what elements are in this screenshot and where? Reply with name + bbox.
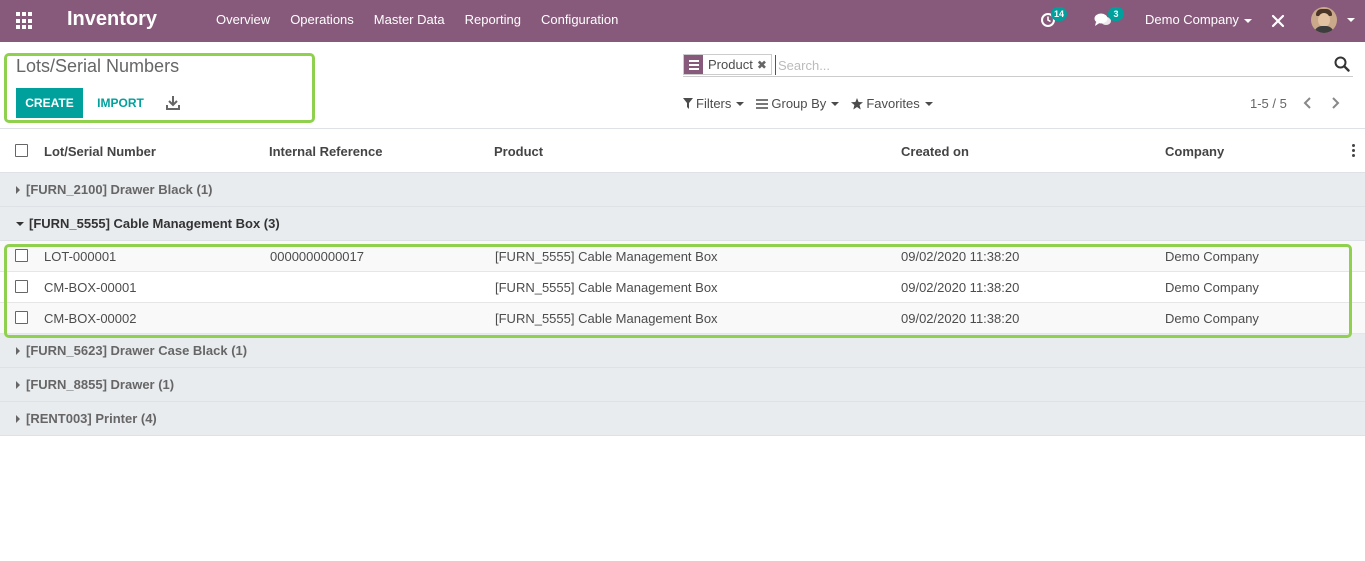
control-panel: Lots/Serial Numbers CREATE IMPORT Produc… [0, 42, 1365, 129]
list-icon [756, 98, 769, 109]
page-title: Lots/Serial Numbers [16, 56, 180, 76]
column-header-company[interactable]: Company [1165, 144, 1224, 159]
group-label: [FURN_5555] Cable Management Box (3) [29, 216, 280, 231]
top-navbar: Inventory Overview Operations Master Dat… [0, 0, 1365, 42]
download-icon[interactable] [163, 93, 183, 113]
caret-right-icon [16, 347, 20, 355]
group-row[interactable]: [FURN_2100] Drawer Black (1) [0, 173, 1365, 207]
search-input[interactable] [775, 55, 1315, 75]
menu-item-configuration[interactable]: Configuration [531, 0, 628, 42]
cell-created-on: 09/02/2020 11:38:20 [901, 249, 1020, 264]
select-all-checkbox[interactable] [15, 144, 28, 157]
caret-right-icon [16, 415, 20, 423]
caret-down-icon [16, 222, 24, 226]
group-row[interactable]: [FURN_5555] Cable Management Box (3) [0, 207, 1365, 241]
cell-company: Demo Company [1165, 280, 1259, 295]
pager-next-icon[interactable] [1327, 95, 1343, 111]
group-by-facet-icon [684, 55, 703, 74]
caret-right-icon [16, 381, 20, 389]
table-row[interactable]: CM-BOX-00002 [FURN_5555] Cable Managemen… [0, 303, 1365, 334]
group-by-label: Group By [771, 96, 827, 111]
star-icon [851, 97, 864, 109]
cell-lot: CM-BOX-00002 [44, 311, 137, 326]
chevron-down-icon [736, 101, 745, 106]
cell-internal-reference: 0000000000017 [270, 249, 364, 264]
debug-tools-icon[interactable] [1271, 14, 1285, 28]
menu-item-operations[interactable]: Operations [280, 0, 364, 42]
app-title[interactable]: Inventory [67, 8, 157, 31]
chevron-down-icon [831, 101, 840, 106]
group-row[interactable]: [FURN_8855] Drawer (1) [0, 368, 1365, 402]
cell-lot: LOT-000001 [44, 249, 117, 264]
user-menu-chevron-icon[interactable] [1347, 18, 1355, 22]
import-button[interactable]: IMPORT [88, 88, 153, 118]
filters-label: Filters [696, 96, 732, 111]
group-row[interactable]: [FURN_5623] Drawer Case Black (1) [0, 334, 1365, 368]
chevron-down-icon [924, 101, 933, 106]
activities-button[interactable]: 14 [1040, 7, 1068, 30]
group-label: [FURN_2100] Drawer Black (1) [26, 182, 213, 197]
search-facet-value: Product [708, 57, 753, 72]
cell-lot: CM-BOX-00001 [44, 280, 137, 295]
cell-created-on: 09/02/2020 11:38:20 [901, 311, 1020, 326]
search-icon[interactable] [1334, 56, 1350, 72]
menu-item-master-data[interactable]: Master Data [364, 0, 455, 42]
menu-item-reporting[interactable]: Reporting [455, 0, 531, 42]
group-row[interactable]: [RENT003] Printer (4) [0, 402, 1365, 436]
list-header: Lot/Serial Number Internal Reference Pro… [0, 130, 1365, 173]
favorites-dropdown[interactable]: Favorites [851, 96, 933, 111]
column-header-created-on[interactable]: Created on [901, 144, 969, 159]
search-facet: Product ✖ [683, 54, 772, 75]
remove-facet-icon[interactable]: ✖ [757, 58, 771, 72]
menu-item-overview[interactable]: Overview [206, 0, 280, 42]
filters-dropdown[interactable]: Filters [683, 96, 745, 111]
filter-icon [683, 98, 693, 109]
create-button[interactable]: CREATE [16, 88, 83, 118]
column-header-product[interactable]: Product [494, 144, 543, 159]
row-checkbox[interactable] [15, 249, 28, 262]
group-label: [RENT003] Printer (4) [26, 411, 157, 426]
table-row[interactable]: LOT-000001 0000000000017 [FURN_5555] Cab… [0, 241, 1365, 272]
search-bar: Product ✖ [683, 53, 1353, 77]
group-label: [FURN_5623] Drawer Case Black (1) [26, 343, 248, 358]
optional-columns-icon[interactable] [1351, 144, 1357, 158]
company-switcher[interactable]: Demo Company [1145, 0, 1252, 40]
group-records: LOT-000001 0000000000017 [FURN_5555] Cab… [0, 241, 1365, 334]
caret-right-icon [16, 186, 20, 194]
activities-count-badge: 14 [1051, 7, 1068, 21]
cell-created-on: 09/02/2020 11:38:20 [901, 280, 1020, 295]
chevron-down-icon [1243, 18, 1252, 23]
apps-menu-icon[interactable] [16, 12, 34, 30]
cell-company: Demo Company [1165, 249, 1259, 264]
table-row[interactable]: CM-BOX-00001 [FURN_5555] Cable Managemen… [0, 272, 1365, 303]
search-options: Filters Group By Favorites [683, 96, 933, 111]
column-header-lot[interactable]: Lot/Serial Number [44, 144, 156, 159]
favorites-label: Favorites [866, 96, 920, 111]
messages-button[interactable]: 3 [1094, 7, 1124, 30]
messages-count-badge: 3 [1108, 7, 1124, 21]
pager-previous-icon[interactable] [1300, 95, 1316, 111]
column-header-internal-reference[interactable]: Internal Reference [269, 144, 382, 159]
company-name: Demo Company [1145, 12, 1239, 27]
lots-list: Lot/Serial Number Internal Reference Pro… [0, 130, 1365, 436]
group-label: [FURN_8855] Drawer (1) [26, 377, 175, 392]
row-checkbox[interactable] [15, 311, 28, 324]
row-checkbox[interactable] [15, 280, 28, 293]
cell-company: Demo Company [1165, 311, 1259, 326]
user-avatar[interactable] [1311, 7, 1337, 33]
cell-product: [FURN_5555] Cable Management Box [495, 280, 718, 295]
group-by-dropdown[interactable]: Group By [756, 96, 840, 111]
cell-product: [FURN_5555] Cable Management Box [495, 311, 718, 326]
main-menu: Overview Operations Master Data Reportin… [206, 0, 628, 42]
cell-product: [FURN_5555] Cable Management Box [495, 249, 718, 264]
pager-value[interactable]: 1-5 / 5 [1250, 96, 1287, 111]
